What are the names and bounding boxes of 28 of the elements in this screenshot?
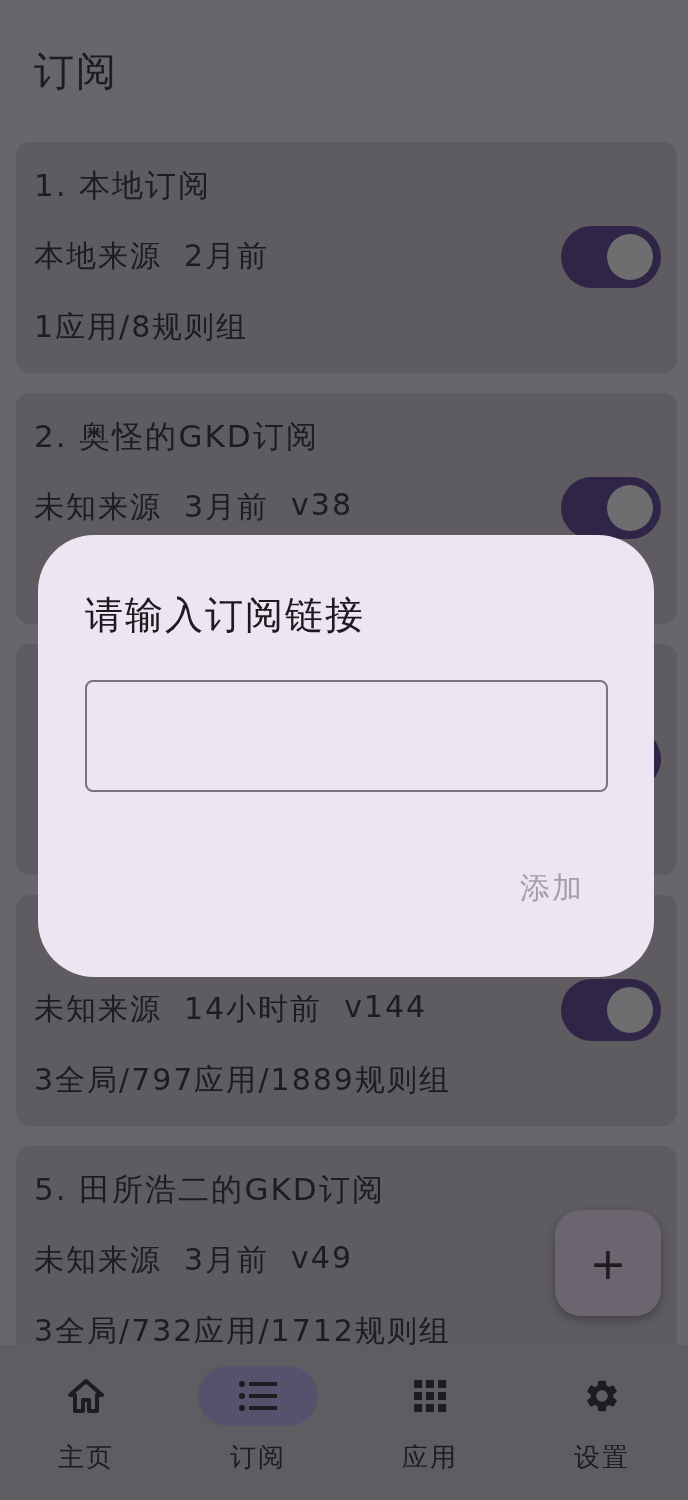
subscription-title: 1. 本地订阅: [34, 165, 213, 205]
subscription-meta: 本地来源: [34, 237, 162, 275]
subscription-card[interactable]: 1. 本地订阅 本地来源 2月前 1应用/8规则组: [16, 142, 677, 373]
subscription-title: 5. 田所浩二的GKD订阅: [34, 1169, 386, 1209]
subscription-meta: v49: [291, 1240, 354, 1277]
nav-tab[interactable]: 设置: [516, 1345, 688, 1500]
nav-tab[interactable]: 应用: [344, 1345, 516, 1500]
subscription-meta: 3月前: [184, 1241, 270, 1279]
url-input-field[interactable]: [85, 680, 608, 792]
subscription-meta: 未知来源: [34, 1241, 162, 1279]
subscription-meta: 14小时前: [184, 990, 323, 1028]
subscription-stats: 1应用/8规则组: [34, 308, 250, 346]
subscription-meta: 3月前: [184, 488, 270, 526]
subscription-meta: 未知来源: [34, 488, 162, 526]
subscription-meta: 2月前: [184, 237, 270, 275]
subscription-meta: v144: [344, 989, 428, 1026]
subscription-meta: 未知来源: [34, 990, 162, 1028]
apps-icon: [414, 1380, 446, 1412]
list-icon: [239, 1381, 277, 1411]
subscription-stats: 3全局/797应用/1889规则组: [34, 1061, 452, 1099]
nav-tab[interactable]: 订阅: [172, 1345, 344, 1500]
add-button[interactable]: +: [555, 1210, 661, 1316]
subscription-meta: v38: [291, 487, 354, 524]
home-icon: [67, 1378, 105, 1414]
page-title: 订阅: [34, 46, 118, 96]
nav-tab[interactable]: 主页: [0, 1345, 172, 1500]
subscription-stats: 3全局/732应用/1712规则组: [34, 1312, 452, 1345]
subscription-title: 2. 奥怪的GKD订阅: [34, 416, 320, 456]
